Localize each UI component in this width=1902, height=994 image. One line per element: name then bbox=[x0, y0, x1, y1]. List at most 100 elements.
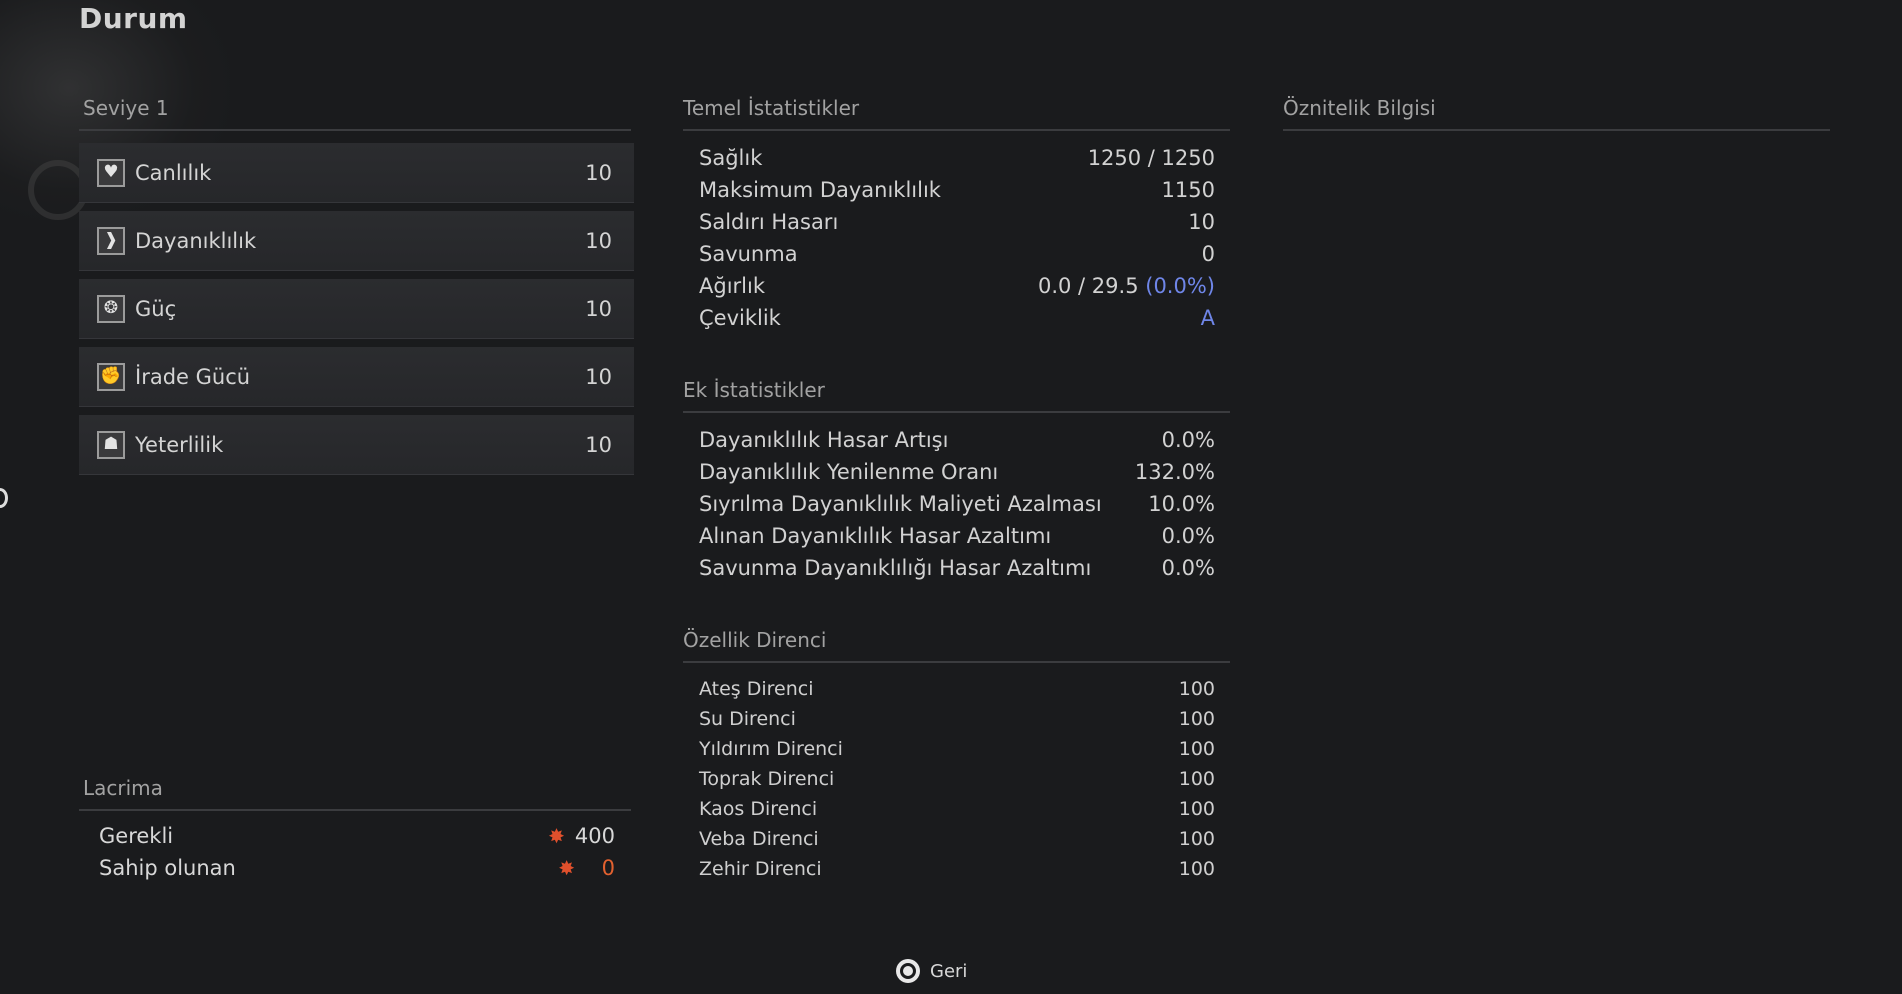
extra-stat-row: Dayanıklılık Yenilenme Oranı 132.0% bbox=[699, 460, 1215, 484]
stat-row-agility: Çeviklik A bbox=[699, 306, 1215, 330]
lacrima-spark-icon: ✸ bbox=[548, 824, 565, 848]
stat-label: Dayanıklılık Yenilenme Oranı bbox=[699, 460, 999, 484]
resistance-label: Yıldırım Direnci bbox=[699, 738, 843, 760]
stat-value: 0 bbox=[1201, 242, 1215, 266]
resistance-row-earth: Toprak Direnci 100 bbox=[699, 768, 1215, 790]
resistance-value: 100 bbox=[1178, 738, 1215, 760]
lacrima-required-value: 400 bbox=[574, 824, 615, 848]
stat-value: 10.0% bbox=[1148, 492, 1215, 516]
stat-value: 1150 bbox=[1161, 178, 1215, 202]
attribute-label: Yeterlilik bbox=[135, 432, 224, 457]
stat-value: 0.0% bbox=[1161, 556, 1215, 580]
resistance-value: 100 bbox=[1178, 828, 1215, 850]
stat-row-weight: Ağırlık 0.0 / 29.5 (0.0%) bbox=[699, 274, 1215, 298]
attribute-label: Canlılık bbox=[135, 160, 212, 185]
edge-indicator bbox=[0, 488, 8, 508]
stat-label: Saldırı Hasarı bbox=[699, 210, 839, 234]
resistance-row-lightning: Yıldırım Direnci 100 bbox=[699, 738, 1215, 760]
stat-row-attack: Saldırı Hasarı 10 bbox=[699, 210, 1215, 234]
figure-icon: ☗ bbox=[97, 430, 125, 459]
stat-label: Dayanıklılık Hasar Artışı bbox=[699, 428, 949, 452]
flexed-arm-icon: ❂ bbox=[97, 294, 125, 323]
resistance-label: Zehir Direnci bbox=[699, 858, 822, 880]
resistance-row-water: Su Direnci 100 bbox=[699, 708, 1215, 730]
resistance-value: 100 bbox=[1178, 768, 1215, 790]
stat-label: Savunma Dayanıklılığı Hasar Azaltımı bbox=[699, 556, 1092, 580]
resistance-row-fire: Ateş Direnci 100 bbox=[699, 678, 1215, 700]
attribute-label: Güç bbox=[135, 296, 177, 321]
resistances-heading: Özellik Direnci bbox=[683, 628, 827, 652]
weight-percent: (0.0%) bbox=[1145, 274, 1215, 298]
stat-value: 132.0% bbox=[1134, 460, 1215, 484]
attribute-row-endurance[interactable]: ❱ Dayanıklılık 10 bbox=[79, 211, 634, 271]
attribute-row-willpower[interactable]: ✊ İrade Gücü 10 bbox=[79, 347, 634, 407]
extra-stats-divider bbox=[683, 411, 1230, 413]
attribute-row-proficiency[interactable]: ☗ Yeterlilik 10 bbox=[79, 415, 634, 475]
page-title: Durum bbox=[79, 2, 188, 35]
stat-row-health: Sağlık 1250 / 1250 bbox=[699, 146, 1215, 170]
resistance-label: Veba Direnci bbox=[699, 828, 819, 850]
lacrima-required-label: Gerekli bbox=[99, 824, 174, 848]
resistance-value: 100 bbox=[1178, 708, 1215, 730]
basic-stats-divider bbox=[683, 129, 1230, 131]
stat-value: 0.0% bbox=[1161, 428, 1215, 452]
stat-label: Sağlık bbox=[699, 146, 763, 170]
resistance-label: Toprak Direnci bbox=[699, 768, 835, 790]
lacrima-heading: Lacrima bbox=[83, 776, 163, 800]
attribute-info-divider bbox=[1283, 129, 1830, 131]
stat-label: Ağırlık bbox=[699, 274, 765, 298]
attribute-value: 10 bbox=[585, 228, 612, 253]
resistance-label: Kaos Direnci bbox=[699, 798, 818, 820]
stat-row-max-stamina: Maksimum Dayanıklılık 1150 bbox=[699, 178, 1215, 202]
fist-icon: ✊ bbox=[97, 362, 125, 391]
lacrima-spark-icon: ✸ bbox=[558, 856, 575, 880]
lacrima-divider bbox=[79, 809, 631, 811]
resistance-label: Ateş Direnci bbox=[699, 678, 814, 700]
extra-stat-row: Alınan Dayanıklılık Hasar Azaltımı 0.0% bbox=[699, 524, 1215, 548]
stat-value: 0.0% bbox=[1161, 524, 1215, 548]
stat-label: Sıyrılma Dayanıklılık Maliyeti Azalması bbox=[699, 492, 1102, 516]
resistance-value: 100 bbox=[1178, 678, 1215, 700]
stat-value: A bbox=[1200, 306, 1215, 330]
extra-stat-row: Savunma Dayanıklılığı Hasar Azaltımı 0.0… bbox=[699, 556, 1215, 580]
stat-label: Savunma bbox=[699, 242, 798, 266]
lacrima-owned-row: Sahip olunan ✸ 0 bbox=[99, 856, 615, 880]
resistance-row-chaos: Kaos Direnci 100 bbox=[699, 798, 1215, 820]
stat-value: 1250 / 1250 bbox=[1087, 146, 1215, 170]
attribute-row-strength[interactable]: ❂ Güç 10 bbox=[79, 279, 634, 339]
lacrima-required-row: Gerekli ✸ 400 bbox=[99, 824, 615, 848]
lacrima-owned-value: 0 bbox=[601, 856, 615, 880]
basic-stats-heading: Temel İstatistikler bbox=[683, 96, 860, 120]
stat-label: Maksimum Dayanıklılık bbox=[699, 178, 941, 202]
circle-button-icon bbox=[896, 959, 920, 983]
stat-value-group: 0.0 / 29.5 (0.0%) bbox=[1038, 274, 1215, 298]
attribute-value: 10 bbox=[585, 364, 612, 389]
attribute-value: 10 bbox=[585, 160, 612, 185]
attribute-label: Dayanıklılık bbox=[135, 228, 257, 253]
resistance-row-poison: Zehir Direnci 100 bbox=[699, 858, 1215, 880]
stat-label: Alınan Dayanıklılık Hasar Azaltımı bbox=[699, 524, 1052, 548]
attribute-label: İrade Gücü bbox=[135, 364, 251, 389]
resistance-value: 100 bbox=[1178, 858, 1215, 880]
stat-value: 0.0 / 29.5 bbox=[1037, 274, 1139, 298]
heart-icon: ♥ bbox=[97, 158, 125, 187]
extra-stats-heading: Ek İstatistikler bbox=[683, 378, 825, 402]
attribute-value: 10 bbox=[585, 432, 612, 457]
stat-value: 10 bbox=[1188, 210, 1215, 234]
lacrima-owned-label: Sahip olunan bbox=[99, 856, 236, 880]
leg-icon: ❱ bbox=[97, 226, 125, 255]
resistances-divider bbox=[683, 661, 1230, 663]
resistance-row-plague: Veba Direnci 100 bbox=[699, 828, 1215, 850]
extra-stat-row: Sıyrılma Dayanıklılık Maliyeti Azalması … bbox=[699, 492, 1215, 516]
attribute-value: 10 bbox=[585, 296, 612, 321]
stat-label: Çeviklik bbox=[699, 306, 781, 330]
stat-row-defense: Savunma 0 bbox=[699, 242, 1215, 266]
extra-stat-row: Dayanıklılık Hasar Artışı 0.0% bbox=[699, 428, 1215, 452]
attribute-row-vitality[interactable]: ♥ Canlılık 10 bbox=[79, 143, 634, 203]
resistance-label: Su Direnci bbox=[699, 708, 796, 730]
level-divider bbox=[79, 129, 631, 131]
resistance-value: 100 bbox=[1178, 798, 1215, 820]
back-label: Geri bbox=[930, 960, 968, 982]
level-heading: Seviye 1 bbox=[83, 96, 169, 120]
back-button[interactable]: Geri bbox=[896, 959, 967, 983]
